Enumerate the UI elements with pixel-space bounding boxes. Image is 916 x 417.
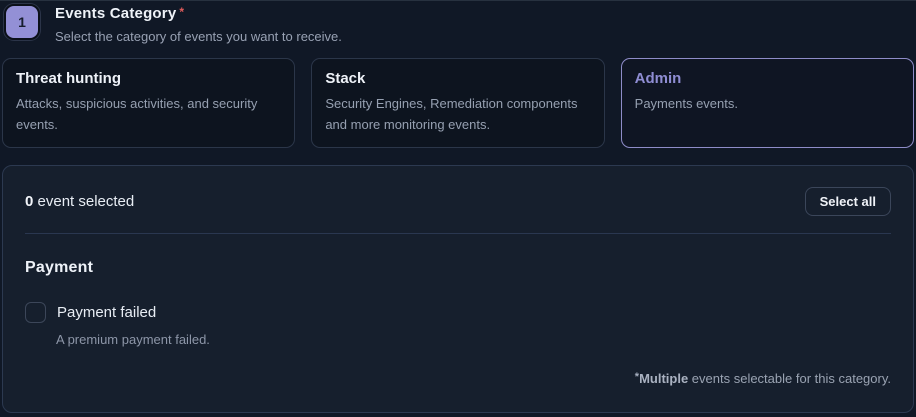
step-number-badge: 1 (4, 4, 40, 40)
event-description: A premium payment failed. (56, 332, 891, 347)
header-text: Events Category* Select the category of … (55, 4, 342, 44)
event-group-title: Payment (25, 259, 891, 277)
category-description: Security Engines, Remediation components… (325, 94, 590, 136)
event-row-payment-failed: Payment failed (25, 302, 891, 323)
category-description: Payments events. (635, 94, 900, 115)
page-title: Events Category (55, 5, 176, 22)
page-subtitle: Select the category of events you want t… (55, 29, 342, 44)
category-description: Attacks, suspicious activities, and secu… (16, 94, 281, 136)
category-cards-row: Threat hunting Attacks, suspicious activ… (2, 58, 914, 148)
payment-failed-checkbox[interactable] (25, 302, 46, 323)
event-label[interactable]: Payment failed (57, 304, 156, 321)
required-asterisk: * (179, 5, 184, 19)
selected-count-label: event selected (33, 193, 134, 210)
category-title: Stack (325, 70, 590, 87)
panel-divider (25, 233, 891, 234)
category-title: Threat hunting (16, 70, 281, 87)
footnote-rest: events selectable for this category. (688, 371, 891, 386)
events-category-header: 1 Events Category* Select the category o… (0, 1, 916, 44)
category-card-threat-hunting[interactable]: Threat hunting Attacks, suspicious activ… (2, 58, 295, 148)
multiple-selectable-footnote: *Multiple events selectable for this cat… (635, 371, 891, 386)
footnote-bold-word: Multiple (639, 371, 688, 386)
category-card-stack[interactable]: Stack Security Engines, Remediation comp… (311, 58, 604, 148)
category-title: Admin (635, 70, 900, 87)
panel-header: 0 event selected Select all (25, 187, 891, 216)
category-card-admin[interactable]: Admin Payments events. (621, 58, 914, 148)
select-all-button[interactable]: Select all (805, 187, 891, 216)
selected-count-line: 0 event selected (25, 193, 134, 210)
events-selection-panel: 0 event selected Select all Payment Paym… (2, 165, 914, 413)
header-title-line: Events Category* (55, 5, 342, 23)
